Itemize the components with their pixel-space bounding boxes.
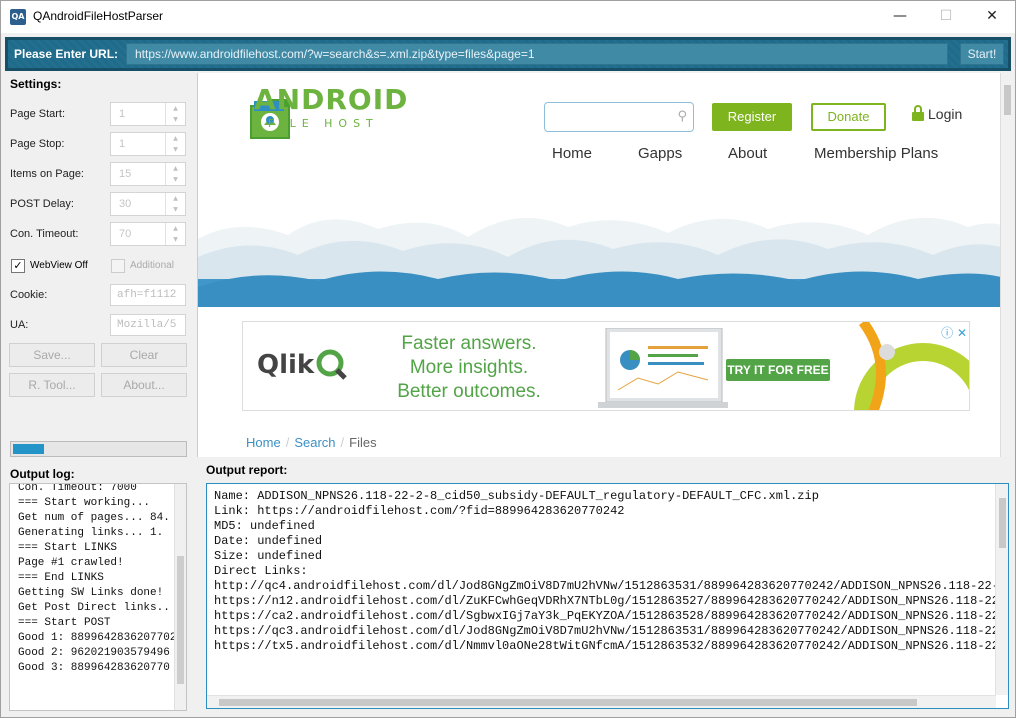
page-stop-value: 1 <box>119 138 126 150</box>
output-report[interactable]: Name: ADDISON_NPNS26.118-22-2-8_cid50_su… <box>206 483 1009 709</box>
post-delay-label: POST Delay: <box>10 198 74 210</box>
log-scrollbar[interactable] <box>174 484 186 710</box>
additional-label: Additional <box>130 260 174 271</box>
app-window: QA QAndroidFileHostParser — ☐ ✕ Please E… <box>0 0 1016 718</box>
items-on-page-value: 15 <box>119 168 132 180</box>
cookie-label: Cookie: <box>10 289 48 301</box>
search-icon[interactable]: ⚲ <box>677 109 687 124</box>
page-start-spinbox[interactable]: 1 ▲ ▼ <box>110 102 186 126</box>
spin-down-icon[interactable]: ▼ <box>166 204 185 215</box>
spin-down-icon[interactable]: ▼ <box>166 144 185 155</box>
qlik-logo: Qlik <box>257 350 315 380</box>
ua-label: UA: <box>10 319 29 331</box>
additional-checkbox[interactable] <box>111 259 125 273</box>
cookie-input[interactable]: afh=f1112 <box>110 284 186 306</box>
post-delay-value: 30 <box>119 198 132 210</box>
ad-line-2: More insights. <box>409 357 529 378</box>
breadcrumb-home[interactable]: Home <box>246 435 281 450</box>
about-button[interactable]: About... <box>101 373 187 397</box>
spin-up-icon[interactable]: ▲ <box>166 223 185 234</box>
settings-title: Settings: <box>10 77 62 91</box>
site-search-input[interactable]: ⚲ <box>544 102 694 132</box>
spin-up-icon[interactable]: ▲ <box>166 193 185 204</box>
post-delay-spinbox[interactable]: 30 ▲ ▼ <box>110 192 186 216</box>
window-title: QAndroidFileHostParser <box>33 9 164 23</box>
nav-home[interactable]: Home <box>552 145 592 162</box>
web-view[interactable]: ANDROID FILE HOST ⚲ Register Donate Logi… <box>197 73 1013 457</box>
qlik-q-icon <box>316 349 347 380</box>
ad-line-3: Better outcomes. <box>397 381 541 402</box>
webview-off-label: WebView Off <box>30 260 88 271</box>
report-vscroll-thumb[interactable] <box>999 498 1006 548</box>
settings-panel: Settings: Page Start: 1 ▲ ▼ Page Stop: 1 … <box>5 73 193 463</box>
nav-about[interactable]: About <box>728 145 767 162</box>
page-stop-label: Page Stop: <box>10 138 65 150</box>
report-vertical-scrollbar[interactable] <box>995 484 1008 695</box>
web-view-scroll-thumb[interactable] <box>1004 85 1011 115</box>
nav-gapps[interactable]: Gapps <box>638 145 682 162</box>
output-log-title: Output log: <box>10 467 75 481</box>
spin-down-icon[interactable]: ▼ <box>166 234 185 245</box>
output-report-text: Name: ADDISON_NPNS26.118-22-2-8_cid50_su… <box>214 489 1009 653</box>
ad-banner[interactable]: Qlik Faster answers. More insights. Bett… <box>242 321 970 411</box>
breadcrumb: Home / Search / Files <box>246 435 377 450</box>
laptop-image-icon <box>598 328 728 408</box>
progress-fill <box>13 444 44 454</box>
spin-up-icon[interactable]: ▲ <box>166 133 185 144</box>
ad-close-icon[interactable]: ⓘ ✕ <box>941 324 967 341</box>
clear-button[interactable]: Clear <box>101 343 187 367</box>
breadcrumb-current: Files <box>349 435 377 450</box>
nav-membership-plans[interactable]: Membership Plans <box>814 145 938 162</box>
con-timeout-value: 70 <box>119 228 132 240</box>
items-on-page-label: Items on Page: <box>10 168 84 180</box>
register-button[interactable]: Register <box>712 103 792 131</box>
login-label: Login <box>928 106 963 122</box>
con-timeout-spinbox[interactable]: 70 ▲ ▼ <box>110 222 186 246</box>
rtool-button[interactable]: R. Tool... <box>9 373 95 397</box>
url-input[interactable]: https://www.androidfilehost.com/?w=searc… <box>126 43 948 65</box>
page-stop-spinbox[interactable]: 1 ▲ ▼ <box>110 132 186 156</box>
page-start-label: Page Start: <box>10 108 66 120</box>
url-bar: Please Enter URL: https://www.androidfil… <box>5 37 1011 71</box>
breadcrumb-search[interactable]: Search <box>294 435 335 450</box>
url-label: Please Enter URL: <box>14 47 119 61</box>
progress-bar <box>10 441 187 457</box>
spin-down-icon[interactable]: ▼ <box>166 174 185 185</box>
logo-subtext: FILE HOST <box>268 117 379 130</box>
donate-button[interactable]: Donate <box>811 103 886 131</box>
ad-headline: Faster answers. More insights. Better ou… <box>393 332 545 404</box>
ad-try-button[interactable]: TRY IT FOR FREE <box>726 359 830 381</box>
webview-off-checkbox[interactable]: ✓ <box>11 259 25 273</box>
items-on-page-spinbox[interactable]: 15 ▲ ▼ <box>110 162 186 186</box>
maximize-button[interactable]: ☐ <box>923 1 969 33</box>
close-button[interactable]: ✕ <box>969 1 1015 33</box>
con-timeout-label: Con. Timeout: <box>10 228 79 240</box>
spin-up-icon[interactable]: ▲ <box>166 163 185 174</box>
page-start-value: 1 <box>119 108 126 120</box>
spin-down-icon[interactable]: ▼ <box>166 114 185 125</box>
logo-text[interactable]: ANDROID <box>254 83 408 116</box>
lock-icon <box>912 105 924 121</box>
title-bar: QA QAndroidFileHostParser — ☐ ✕ <box>1 1 1015 33</box>
minimize-button[interactable]: — <box>877 1 923 33</box>
clouds-banner <box>198 177 1001 307</box>
output-report-title: Output report: <box>206 463 288 477</box>
report-horizontal-scrollbar[interactable] <box>207 695 996 708</box>
app-icon: QA <box>10 9 26 25</box>
report-hscroll-thumb[interactable] <box>219 699 917 706</box>
ad-line-1: Faster answers. <box>401 333 537 354</box>
output-log[interactable]: Con. Timeout: 7000 === Start working... … <box>9 483 187 711</box>
spin-up-icon[interactable]: ▲ <box>166 103 185 114</box>
save-button[interactable]: Save... <box>9 343 95 367</box>
ua-input[interactable]: Mozilla/5 <box>110 314 186 336</box>
login-link[interactable]: Login <box>912 105 962 122</box>
output-log-text: Con. Timeout: 7000 === Start working... … <box>18 483 187 674</box>
log-scroll-thumb[interactable] <box>177 556 184 684</box>
start-button[interactable]: Start! <box>960 43 1004 65</box>
web-view-scrollbar[interactable] <box>1000 73 1013 457</box>
